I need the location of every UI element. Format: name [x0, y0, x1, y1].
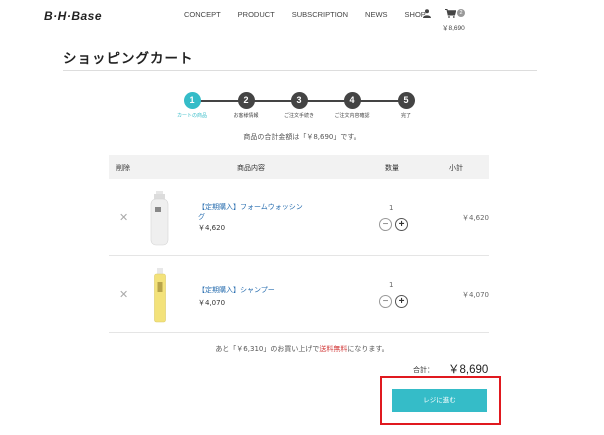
total-label: 合計：	[413, 366, 434, 374]
main-nav: CONCEPT PRODUCT SUBSCRIPTION NEWS SHOP	[184, 10, 443, 19]
nav-news[interactable]: NEWS	[365, 10, 388, 19]
cart-count-badge: 2	[457, 9, 465, 17]
header-quantity: 数量	[385, 164, 399, 172]
step-order-procedure: 3 ご注文手続き	[269, 92, 329, 119]
remove-icon[interactable]: ✕	[119, 212, 128, 223]
step-customer-info: 2 お客様情報	[216, 92, 276, 119]
remove-icon[interactable]: ✕	[119, 289, 128, 300]
header-product: 商品内容	[237, 164, 265, 172]
step-number: 2	[237, 92, 255, 109]
quantity-value: 1	[389, 281, 394, 289]
header-cart-total: ￥8,690	[442, 25, 465, 32]
product-price: ￥4,070	[198, 299, 226, 307]
free-shipping-highlight: 送料無料	[319, 345, 348, 353]
step-label: ご注文内容確認	[334, 113, 370, 119]
step-label: ご注文手続き	[283, 113, 314, 119]
step-label: お客様情報	[233, 113, 259, 119]
line-subtotal: ￥4,620	[461, 214, 489, 222]
title-divider	[63, 70, 537, 71]
shipping-suffix: になります。	[347, 345, 389, 353]
shipping-prefix: あと「￥6,310」のお買い上げで	[215, 345, 320, 353]
product-name-link[interactable]: 【定期購入】フォームウォッシング	[198, 202, 308, 222]
quantity-increase-button[interactable]: +	[395, 295, 408, 308]
cart-icon[interactable]	[445, 9, 456, 18]
step-complete: 5 完了	[376, 92, 436, 119]
step-order-confirm: 4 ご注文内容確認	[322, 92, 382, 119]
step-number: 3	[290, 92, 308, 109]
total-value: ￥8,690	[448, 364, 489, 376]
line-subtotal: ￥4,070	[461, 291, 489, 299]
nav-subscription[interactable]: SUBSCRIPTION	[292, 10, 348, 19]
step-number: 4	[343, 92, 361, 109]
step-number: 5	[397, 92, 415, 109]
free-shipping-message: あと「￥6,310」のお買い上げで送料無料になります。	[0, 344, 604, 354]
quantity-decrease-button[interactable]: −	[379, 218, 392, 231]
shampoo-bottle-image	[154, 268, 166, 323]
brand-logo[interactable]: B·H·Base	[44, 9, 102, 23]
quantity-increase-button[interactable]: +	[395, 218, 408, 231]
product-name-link[interactable]: 【定期購入】シャンプー	[198, 285, 308, 295]
table-row: ✕ 【定期購入】シャンプー ￥4,070 1 − + ￥4,070	[109, 256, 489, 333]
quantity-decrease-button[interactable]: −	[379, 295, 392, 308]
table-row: ✕ 【定期購入】フォームウォッシング ￥4,620 1 − + ￥4,620	[109, 179, 489, 256]
step-label: 完了	[400, 113, 411, 119]
foam-bottle-image	[150, 191, 169, 246]
user-icon[interactable]	[423, 9, 431, 18]
header-delete: 削除	[116, 164, 130, 172]
step-number: 1	[183, 92, 201, 109]
subtotal-message: 商品の合計金額は「￥8,690」です。	[243, 133, 361, 141]
product-price: ￥4,620	[198, 224, 226, 232]
page-title: ショッピングカート	[63, 51, 194, 67]
step-label: カートの商品	[176, 113, 207, 119]
table-header: 削除 商品内容 数量 小計	[109, 155, 489, 179]
checkout-button[interactable]: レジに進む	[392, 389, 487, 412]
cart-table: 削除 商品内容 数量 小計 ✕ 【定期購入】フォームウォッシング ￥4,620 …	[109, 155, 489, 333]
step-cart: 1 カートの商品	[162, 92, 222, 119]
checkout-steps: 1 カートの商品 2 お客様情報 3 ご注文手続き 4 ご注文内容確認 5 完了	[0, 92, 604, 122]
nav-concept[interactable]: CONCEPT	[184, 10, 221, 19]
nav-product[interactable]: PRODUCT	[238, 10, 275, 19]
quantity-value: 1	[389, 204, 394, 212]
header-subtotal: 小計	[449, 164, 463, 172]
